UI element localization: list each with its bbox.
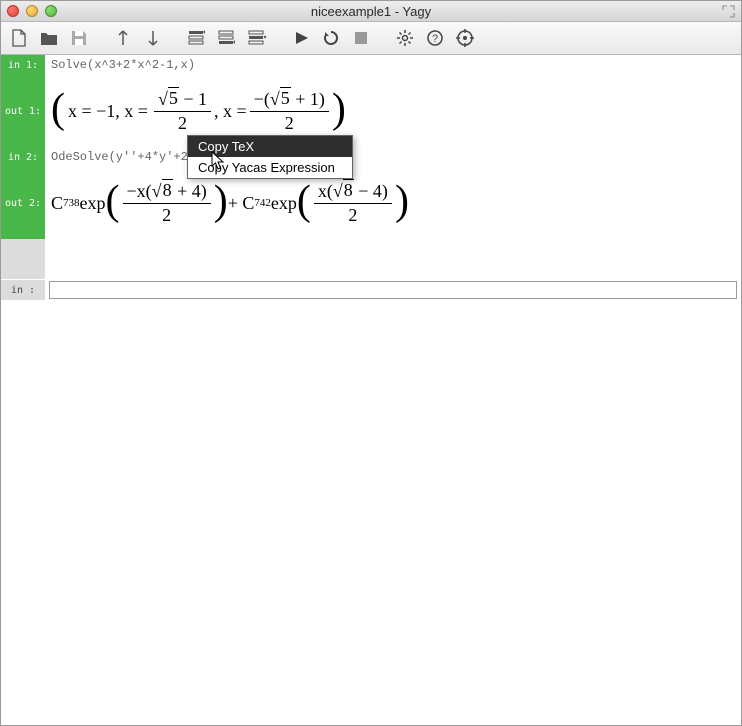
new-file-button[interactable]	[5, 25, 33, 51]
titlebar: niceexample1 - Yagy	[1, 1, 741, 22]
out-label-2: out 2:	[1, 167, 45, 239]
insert-above-button[interactable]	[183, 25, 211, 51]
out-cell-2[interactable]: C738 exp(−x(8 + 4)2) + C742 exp(x(8 − 4)…	[45, 167, 741, 239]
fullscreen-icon[interactable]	[722, 5, 735, 18]
content-area: in 1: Solve(x^3+2*x^2-1,x) out 1: ( x = …	[1, 55, 741, 725]
reload-button[interactable]	[317, 25, 345, 51]
target-button[interactable]	[451, 25, 479, 51]
out-cell-1[interactable]: ( x = −1, x = 5 − 12 , x = −(5 + 1)2 )	[45, 75, 741, 147]
minimize-window-button[interactable]	[26, 5, 38, 17]
copy-tex-menu-item[interactable]: Copy TeX	[188, 136, 352, 157]
move-down-button[interactable]	[139, 25, 167, 51]
in-label-blank: in :	[1, 280, 45, 300]
in-label-2: in 2:	[1, 147, 45, 167]
in-cell-2[interactable]: OdeSolve(y''+4*y'+2·y==0)	[45, 147, 741, 167]
open-file-button[interactable]	[35, 25, 63, 51]
out-label-1: out 1:	[1, 75, 45, 147]
window-title: niceexample1 - Yagy	[311, 4, 431, 19]
help-button[interactable]: ?	[421, 25, 449, 51]
input-field[interactable]	[49, 281, 737, 299]
context-menu: Copy TeX Copy Yacas Expression	[187, 135, 353, 179]
delete-row-button[interactable]	[243, 25, 271, 51]
settings-button[interactable]	[391, 25, 419, 51]
copy-yacas-menu-item[interactable]: Copy Yacas Expression	[188, 157, 352, 178]
in-label-1: in 1:	[1, 55, 45, 75]
toolbar: ?	[1, 22, 741, 55]
in-cell-1[interactable]: Solve(x^3+2*x^2-1,x)	[45, 55, 741, 75]
save-file-button[interactable]	[65, 25, 93, 51]
window-controls	[7, 5, 57, 17]
zoom-window-button[interactable]	[45, 5, 57, 17]
run-button[interactable]	[287, 25, 315, 51]
close-window-button[interactable]	[7, 5, 19, 17]
move-up-button[interactable]	[109, 25, 137, 51]
stop-button[interactable]	[347, 25, 375, 51]
svg-text:?: ?	[432, 33, 438, 45]
insert-below-button[interactable]	[213, 25, 241, 51]
